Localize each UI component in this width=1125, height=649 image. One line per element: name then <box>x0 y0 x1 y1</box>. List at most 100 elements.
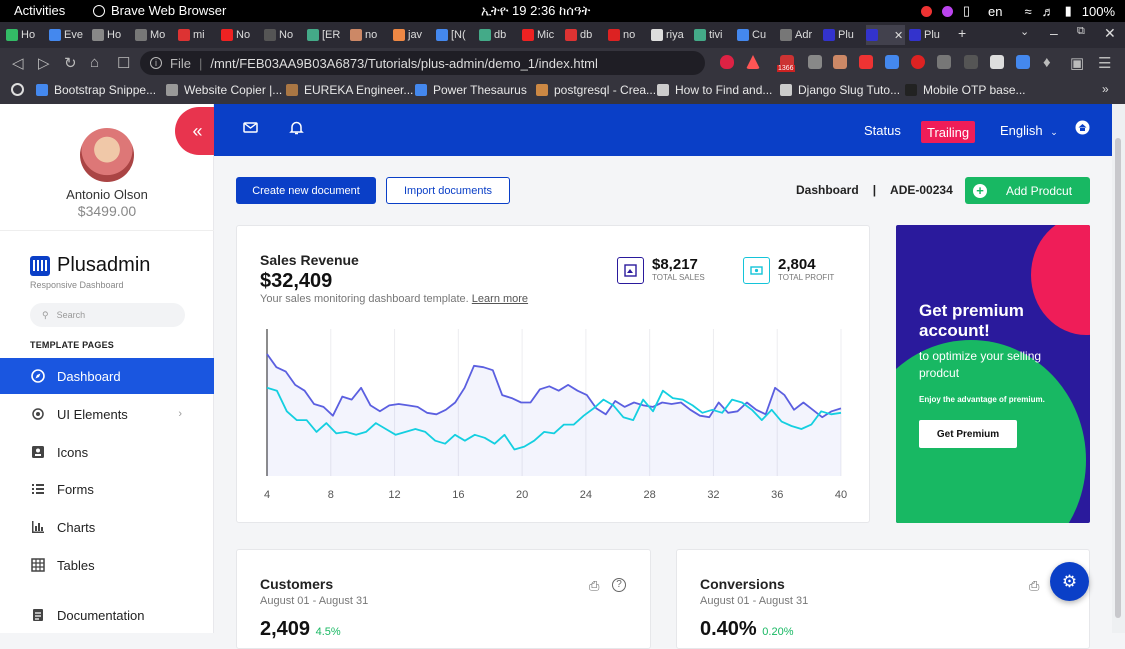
browser-tab[interactable]: [ER <box>307 25 346 45</box>
search-input[interactable]: ⚲ Search <box>30 303 185 327</box>
bookmark-item[interactable]: Django Slug Tuto... <box>780 83 900 97</box>
browser-tab[interactable]: Mo <box>135 25 174 45</box>
wallet-icon[interactable]: ▣ <box>1070 54 1084 72</box>
sidebar-item-documentation[interactable]: Documentation <box>0 597 214 633</box>
browser-tab[interactable]: [N( <box>436 25 475 45</box>
activities-button[interactable]: Activities <box>14 3 65 18</box>
bookmark-icon[interactable]: ☐ <box>117 54 130 72</box>
sidebar-item-forms[interactable]: Forms <box>0 471 214 507</box>
bookmark-item[interactable]: postgresql - Crea... <box>536 83 656 97</box>
bookmarks-overflow-icon[interactable]: » <box>1102 82 1109 96</box>
get-premium-button[interactable]: Get Premium <box>919 420 1017 448</box>
sidebar-item-tables[interactable]: Tables <box>0 547 214 583</box>
browser-tab[interactable]: mi <box>178 25 217 45</box>
brave-shields-icon[interactable] <box>720 55 734 69</box>
sidebar-item-label: Dashboard <box>57 368 121 384</box>
bookmark-item[interactable]: Bootstrap Snippe... <box>36 83 156 97</box>
browser-tab[interactable]: Cu <box>737 25 776 45</box>
extension-icon[interactable] <box>833 55 847 69</box>
browser-tab[interactable]: db <box>565 25 604 45</box>
menu-icon[interactable]: ☰ <box>1098 54 1111 72</box>
print-icon[interactable]: ⎙ <box>589 578 599 594</box>
system-tray[interactable]: ▯ en ≈ ♬ ▮ 100% <box>920 3 1115 19</box>
extension-icon[interactable] <box>859 55 873 69</box>
browser-tab[interactable]: no <box>350 25 389 45</box>
sidebar-item-dashboard[interactable]: Dashboard <box>0 358 214 394</box>
browser-tab[interactable]: no <box>608 25 647 45</box>
import-documents-button[interactable]: Import documents <box>386 177 510 204</box>
status-link[interactable]: Status <box>864 123 901 138</box>
series-area <box>267 354 841 476</box>
extension-icon[interactable] <box>808 55 822 69</box>
restore-button[interactable]: ⧉ <box>1077 25 1085 38</box>
browser-tab[interactable]: No <box>221 25 260 45</box>
browser-tab[interactable]: Adr <box>780 25 819 45</box>
reload-icon[interactable]: ↻ <box>64 54 77 72</box>
clock[interactable]: ኢትዮ 19 2:36 ከሰዓት <box>481 3 590 19</box>
breadcrumb-page[interactable]: Dashboard <box>796 183 859 197</box>
home-circle-icon[interactable] <box>1075 120 1090 135</box>
browser-tab[interactable]: Mic <box>522 25 561 45</box>
app-menu[interactable]: Brave Web Browser <box>93 3 226 18</box>
extension-icon[interactable] <box>885 55 899 69</box>
bookmark-item[interactable]: EUREKA Engineer... <box>286 83 413 97</box>
browser-tab[interactable]: riya <box>651 25 690 45</box>
brand-logo[interactable]: Plusadmin <box>30 254 150 277</box>
info-icon[interactable]: i <box>150 57 162 69</box>
new-tab-button[interactable]: + <box>958 25 966 41</box>
browser-tab[interactable]: Plu <box>823 25 862 45</box>
bookmark-item[interactable]: Power Thesaurus <box>415 83 527 97</box>
browser-tab[interactable]: tivi <box>694 25 733 45</box>
minimize-button[interactable]: – <box>1050 25 1058 41</box>
customers-value: 2,409 4.5% <box>260 618 341 641</box>
bookmark-item[interactable]: Website Copier |... <box>166 83 282 97</box>
bell-icon[interactable] <box>289 120 304 135</box>
extension-icon[interactable] <box>911 55 925 69</box>
trailing-button[interactable]: Trailing <box>921 121 976 143</box>
crosshair-icon <box>30 406 46 422</box>
language-indicator[interactable]: en <box>988 4 1002 19</box>
browser-tab[interactable]: Ho <box>6 25 45 45</box>
bookmark-item[interactable]: Mobile OTP base... <box>905 83 1026 97</box>
browser-tab[interactable]: Ho <box>92 25 131 45</box>
settings-fab[interactable]: ⚙ <box>1050 562 1089 601</box>
browser-tab[interactable]: ✕ <box>866 25 905 45</box>
language-dropdown[interactable]: English ⌄ <box>1000 123 1058 138</box>
sidebar-item-ui-elements[interactable]: UI Elements › <box>0 396 214 432</box>
rewards-icon[interactable] <box>746 55 760 69</box>
create-document-button[interactable]: Create new document <box>236 177 376 204</box>
bookmark-item[interactable]: How to Find and... <box>657 83 772 97</box>
mail-icon[interactable] <box>243 120 258 135</box>
sidebar-item-charts[interactable]: Charts <box>0 509 214 545</box>
browser-tab[interactable]: No <box>264 25 303 45</box>
apps-icon[interactable] <box>11 83 24 96</box>
extension-icon[interactable] <box>964 55 978 69</box>
browser-tab[interactable]: jav <box>393 25 432 45</box>
browser-tab[interactable]: db <box>479 25 518 45</box>
forward-icon[interactable]: ▷ <box>38 54 50 72</box>
tab-list-chevron-icon[interactable]: ⌄ <box>1020 25 1029 38</box>
extension-icon[interactable] <box>990 55 1004 69</box>
url-bar[interactable]: i File | /mnt/FEB03AA9B03A6873/Tutorials… <box>140 51 705 75</box>
scrollbar-thumb[interactable] <box>1115 138 1121 618</box>
avatar[interactable] <box>80 128 134 182</box>
url-prefix: File <box>170 55 191 71</box>
sidebar-item-icons[interactable]: Icons <box>0 434 214 470</box>
value-text: 0.40% <box>700 618 757 640</box>
promo-description: to optimize your selling prodcut <box>919 349 1042 380</box>
back-icon[interactable]: ◁ <box>12 54 24 72</box>
close-window-button[interactable]: ✕ <box>1104 25 1116 42</box>
add-product-button[interactable]: + Add Prodcut <box>965 177 1090 204</box>
print-icon[interactable]: ⎙ <box>1029 578 1039 594</box>
extension-icon[interactable] <box>1016 55 1030 69</box>
user-balance: $3499.00 <box>77 203 137 219</box>
extension-icon[interactable] <box>937 55 951 69</box>
close-tab-icon[interactable]: ✕ <box>894 29 903 42</box>
help-icon[interactable]: ? <box>612 578 626 592</box>
browser-tab[interactable]: Plu <box>909 25 948 45</box>
browser-tab[interactable]: Eve <box>49 25 88 45</box>
bookmark-label: EUREKA Engineer... <box>304 83 414 97</box>
extensions-puzzle-icon[interactable]: ♦ <box>1043 54 1051 71</box>
home-icon[interactable]: ⌂ <box>90 54 99 71</box>
page-scrollbar[interactable] <box>1112 104 1125 633</box>
